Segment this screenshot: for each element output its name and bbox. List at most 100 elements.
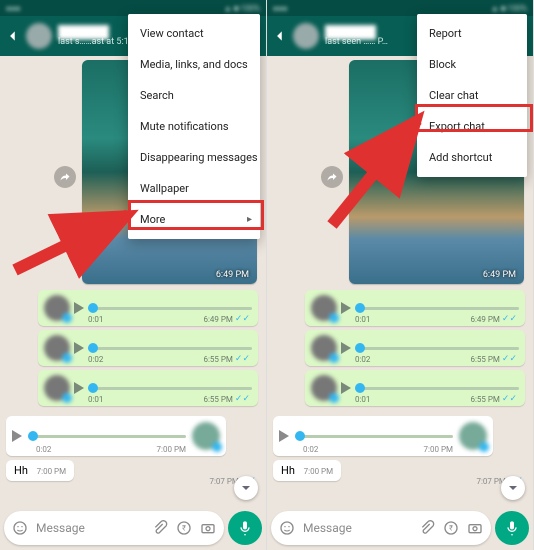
voice-time: 6:55 PM	[203, 395, 232, 404]
menu-export-chat[interactable]: Export chat	[417, 111, 527, 142]
text-message-out[interactable]: Hh 7:00 PM	[6, 460, 74, 481]
chevron-right-icon: ▸	[247, 214, 252, 225]
phone-right: ●●●▲ ■ 100% ██████ last seen …… P… 6:49 …	[267, 0, 534, 550]
play-icon[interactable]	[74, 382, 84, 394]
input-placeholder: Message	[303, 521, 411, 535]
contact-avatar[interactable]	[293, 23, 319, 49]
mic-button[interactable]	[495, 511, 529, 545]
voice-message-in[interactable]: 0:02 6:55 PM✓✓	[305, 330, 525, 366]
voice-message-in[interactable]: 0:02 6:55 PM✓✓	[38, 330, 258, 366]
voice-track[interactable]	[295, 435, 453, 438]
voice-duration: 0:01	[88, 395, 103, 404]
menu-report[interactable]: Report	[417, 18, 527, 49]
read-ticks-icon: ✓✓	[502, 314, 517, 324]
voice-duration: 0:02	[88, 355, 103, 364]
image-timestamp: 6:49 PM	[483, 270, 516, 280]
rupee-icon[interactable]: ₹	[443, 520, 459, 536]
camera-icon[interactable]	[467, 520, 483, 536]
menu-add-shortcut[interactable]: Add shortcut	[417, 142, 527, 173]
read-ticks-icon: ✓✓	[502, 354, 517, 364]
voice-duration: 0:01	[88, 315, 103, 324]
voice-duration: 0:02	[303, 445, 318, 454]
read-ticks-icon: ✓✓	[235, 354, 250, 364]
message-input[interactable]: Message ₹	[271, 511, 491, 545]
back-icon[interactable]	[273, 29, 287, 43]
sender-avatar	[459, 422, 487, 450]
menu-view-contact[interactable]: View contact	[128, 18, 260, 49]
back-icon[interactable]	[6, 29, 20, 43]
emoji-icon[interactable]	[12, 520, 28, 536]
menu-wallpaper[interactable]: Wallpaper	[128, 173, 260, 204]
voice-message-out[interactable]: 0:02 7:00 PM	[6, 416, 226, 456]
sender-avatar	[44, 375, 70, 401]
sender-avatar	[311, 375, 337, 401]
voice-track[interactable]	[88, 307, 252, 310]
read-ticks-icon: ✓✓	[235, 314, 250, 324]
input-row: Message ₹	[271, 510, 529, 546]
read-ticks-icon: ✓✓	[235, 394, 250, 404]
scroll-down-button[interactable]	[234, 476, 258, 500]
voice-duration: 0:01	[355, 315, 370, 324]
sender-avatar	[192, 422, 220, 450]
voice-time: 6:55 PM	[470, 395, 499, 404]
rupee-icon[interactable]: ₹	[176, 520, 192, 536]
menu-disappearing-messages[interactable]: Disappearing messages	[128, 142, 260, 173]
menu-block[interactable]: Block	[417, 49, 527, 80]
input-placeholder: Message	[36, 521, 144, 535]
voice-track[interactable]	[88, 387, 252, 390]
play-icon[interactable]	[341, 342, 351, 354]
voice-time: 6:49 PM	[203, 315, 232, 324]
attach-icon[interactable]	[152, 520, 168, 536]
voice-message-in[interactable]: 0:01 6:49 PM✓✓	[38, 290, 258, 326]
voice-duration: 0:02	[355, 355, 370, 364]
voice-message-in[interactable]: 0:01 6:49 PM✓✓	[305, 290, 525, 326]
voice-track[interactable]	[355, 387, 519, 390]
voice-time: 6:55 PM	[470, 355, 499, 364]
scroll-down-button[interactable]	[501, 476, 525, 500]
text-body: Hh	[281, 464, 295, 477]
play-icon[interactable]	[12, 430, 22, 442]
menu-search[interactable]: Search	[128, 80, 260, 111]
text-time: 7:00 PM	[37, 467, 66, 476]
text-message-out[interactable]: Hh 7:00 PM	[273, 460, 341, 481]
menu-mute-notifications[interactable]: Mute notifications	[128, 111, 260, 142]
image-timestamp: 6:49 PM	[216, 270, 249, 280]
mic-button[interactable]	[228, 511, 262, 545]
menu-media-links-docs[interactable]: Media, links, and docs	[128, 49, 260, 80]
sender-avatar	[311, 335, 337, 361]
voice-time: 6:55 PM	[203, 355, 232, 364]
emoji-icon[interactable]	[279, 520, 295, 536]
play-icon[interactable]	[74, 302, 84, 314]
text-time: 7:00 PM	[304, 467, 333, 476]
play-icon[interactable]	[341, 382, 351, 394]
context-submenu: Report Block Clear chat Export chat Add …	[417, 14, 527, 177]
forward-icon[interactable]	[321, 166, 343, 188]
play-icon[interactable]	[279, 430, 289, 442]
sender-avatar	[311, 295, 337, 321]
play-icon[interactable]	[74, 342, 84, 354]
sender-avatar	[44, 295, 70, 321]
voice-track[interactable]	[355, 347, 519, 350]
text-body: Hh	[14, 464, 28, 477]
voice-duration: 0:02	[36, 445, 51, 454]
input-row: Message ₹	[4, 510, 262, 546]
voice-track[interactable]	[28, 435, 186, 438]
message-input[interactable]: Message ₹	[4, 511, 224, 545]
menu-more[interactable]: More▸	[128, 204, 260, 235]
forward-icon[interactable]	[54, 166, 76, 188]
voice-track[interactable]	[88, 347, 252, 350]
voice-message-out[interactable]: 0:02 7:00 PM	[273, 416, 493, 456]
voice-message-in[interactable]: 0:01 6:55 PM✓✓	[305, 370, 525, 406]
voice-time: 6:49 PM	[470, 315, 499, 324]
attach-icon[interactable]	[419, 520, 435, 536]
phone-left: ●●●▲ ■ 100% ██████ last s……ast at 5:16 6…	[0, 0, 267, 550]
voice-time: 7:00 PM	[157, 445, 186, 454]
contact-avatar[interactable]	[26, 23, 52, 49]
voice-message-in[interactable]: 0:01 6:55 PM✓✓	[38, 370, 258, 406]
voice-track[interactable]	[355, 307, 519, 310]
sender-avatar	[44, 335, 70, 361]
voice-duration: 0:01	[355, 395, 370, 404]
play-icon[interactable]	[341, 302, 351, 314]
menu-clear-chat[interactable]: Clear chat	[417, 80, 527, 111]
camera-icon[interactable]	[200, 520, 216, 536]
